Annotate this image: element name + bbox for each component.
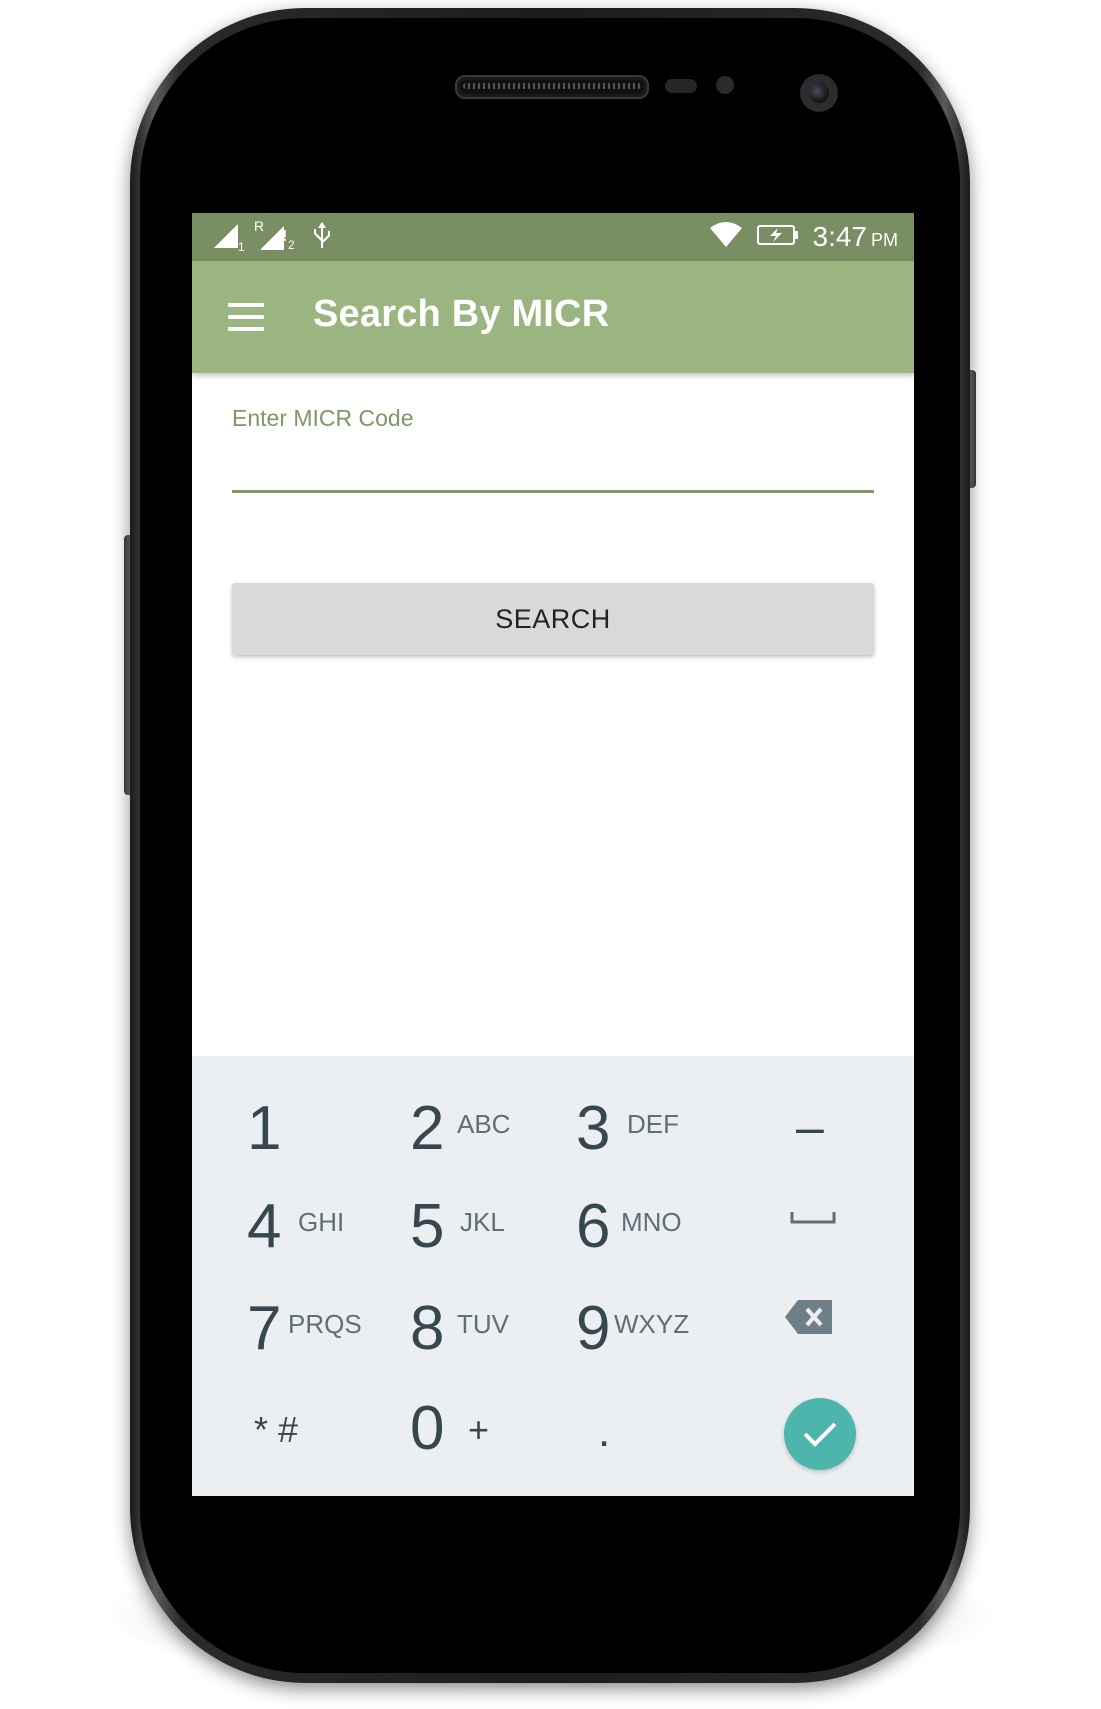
key-1[interactable]: 1 bbox=[192, 1056, 370, 1162]
check-icon bbox=[802, 1420, 838, 1453]
hamburger-menu-icon[interactable] bbox=[222, 299, 270, 335]
plus-symbol: + bbox=[468, 1409, 490, 1450]
page-title: Search By MICR bbox=[313, 293, 610, 335]
key-period[interactable]: . bbox=[548, 1374, 726, 1480]
key-5[interactable]: 5 JKL bbox=[370, 1162, 548, 1268]
key-8-digit: 8 bbox=[410, 1294, 445, 1363]
status-right-icons: 3:47 PM bbox=[709, 219, 899, 255]
key-2-digit: 2 bbox=[410, 1094, 445, 1163]
minus-symbol: – bbox=[796, 1099, 824, 1155]
time-text: 3:47 bbox=[812, 221, 868, 252]
key-7[interactable]: 7 PRQS bbox=[192, 1268, 370, 1374]
key-3[interactable]: 3 DEF bbox=[548, 1056, 726, 1162]
battery-charging-icon bbox=[756, 224, 799, 251]
light-sensor bbox=[716, 76, 734, 94]
proximity-sensor bbox=[665, 79, 697, 93]
key-7-digit: 7 bbox=[247, 1294, 282, 1363]
period-symbol: . bbox=[598, 1407, 611, 1456]
micr-field-label: Enter MICR Code bbox=[232, 405, 414, 431]
key-minus[interactable]: – bbox=[726, 1056, 904, 1162]
usb-icon bbox=[312, 220, 332, 255]
status-time: 3:47 PM bbox=[813, 221, 899, 253]
key-1-digit: 1 bbox=[247, 1094, 282, 1163]
key-3-letters: DEF bbox=[627, 1109, 679, 1139]
key-9[interactable]: 9 WXYZ bbox=[548, 1268, 726, 1374]
search-button[interactable]: SEARCH bbox=[232, 583, 874, 655]
key-2[interactable]: 2 ABC bbox=[370, 1056, 548, 1162]
star-hash-symbol: * # bbox=[254, 1409, 299, 1450]
status-bar: 1 R ! 2 3:47 PM bbox=[192, 213, 914, 261]
key-9-letters: WXYZ bbox=[614, 1309, 690, 1339]
earpiece-speaker bbox=[455, 75, 649, 99]
camera-lens bbox=[809, 83, 829, 103]
key-4-digit: 4 bbox=[247, 1192, 282, 1261]
micr-code-input[interactable] bbox=[232, 439, 872, 483]
space-bar-icon bbox=[790, 1210, 836, 1231]
time-ampm: PM bbox=[871, 230, 898, 250]
key-2-letters: ABC bbox=[457, 1109, 511, 1139]
key-5-digit: 5 bbox=[410, 1192, 445, 1261]
phone-screen: 1 R ! 2 3:47 PM Search By MICR Enter MIC… bbox=[192, 213, 914, 1496]
key-6-digit: 6 bbox=[576, 1192, 611, 1261]
key-8[interactable]: 8 TUV bbox=[370, 1268, 548, 1374]
key-5-letters: JKL bbox=[460, 1207, 505, 1237]
key-space[interactable] bbox=[726, 1162, 904, 1268]
key-7-letters: PRQS bbox=[288, 1309, 362, 1339]
key-9-digit: 9 bbox=[576, 1294, 611, 1363]
sim1-label: 1 bbox=[238, 240, 245, 254]
key-6[interactable]: 6 MNO bbox=[548, 1162, 726, 1268]
front-camera bbox=[800, 74, 838, 112]
key-8-letters: TUV bbox=[457, 1309, 509, 1339]
speaker-grill bbox=[463, 83, 641, 89]
numeric-keyboard: 1 2 ABC 3 DEF – 4 GHI 5 JKL 6 MNO 7 PRQS… bbox=[192, 1056, 914, 1496]
key-0-digit: 0 bbox=[410, 1394, 445, 1463]
signal-sim2-roaming-icon: R ! 2 bbox=[254, 218, 295, 252]
key-3-digit: 3 bbox=[576, 1094, 611, 1163]
wifi-icon bbox=[709, 221, 743, 253]
backspace-icon bbox=[784, 1298, 834, 1341]
micr-field-underline bbox=[232, 490, 874, 493]
app-bar: Search By MICR bbox=[192, 261, 914, 373]
key-backspace[interactable] bbox=[726, 1268, 904, 1374]
status-left-icons: 1 R ! 2 bbox=[212, 218, 332, 255]
key-4[interactable]: 4 GHI bbox=[192, 1162, 370, 1268]
done-check-button[interactable] bbox=[784, 1398, 856, 1470]
key-6-letters: MNO bbox=[621, 1207, 682, 1237]
key-star-hash[interactable]: * # bbox=[192, 1374, 370, 1480]
signal-sim1-icon: 1 bbox=[212, 222, 245, 254]
key-0[interactable]: 0 + bbox=[370, 1374, 548, 1480]
sim2-label: 2 bbox=[288, 238, 295, 252]
key-4-letters: GHI bbox=[298, 1207, 345, 1237]
